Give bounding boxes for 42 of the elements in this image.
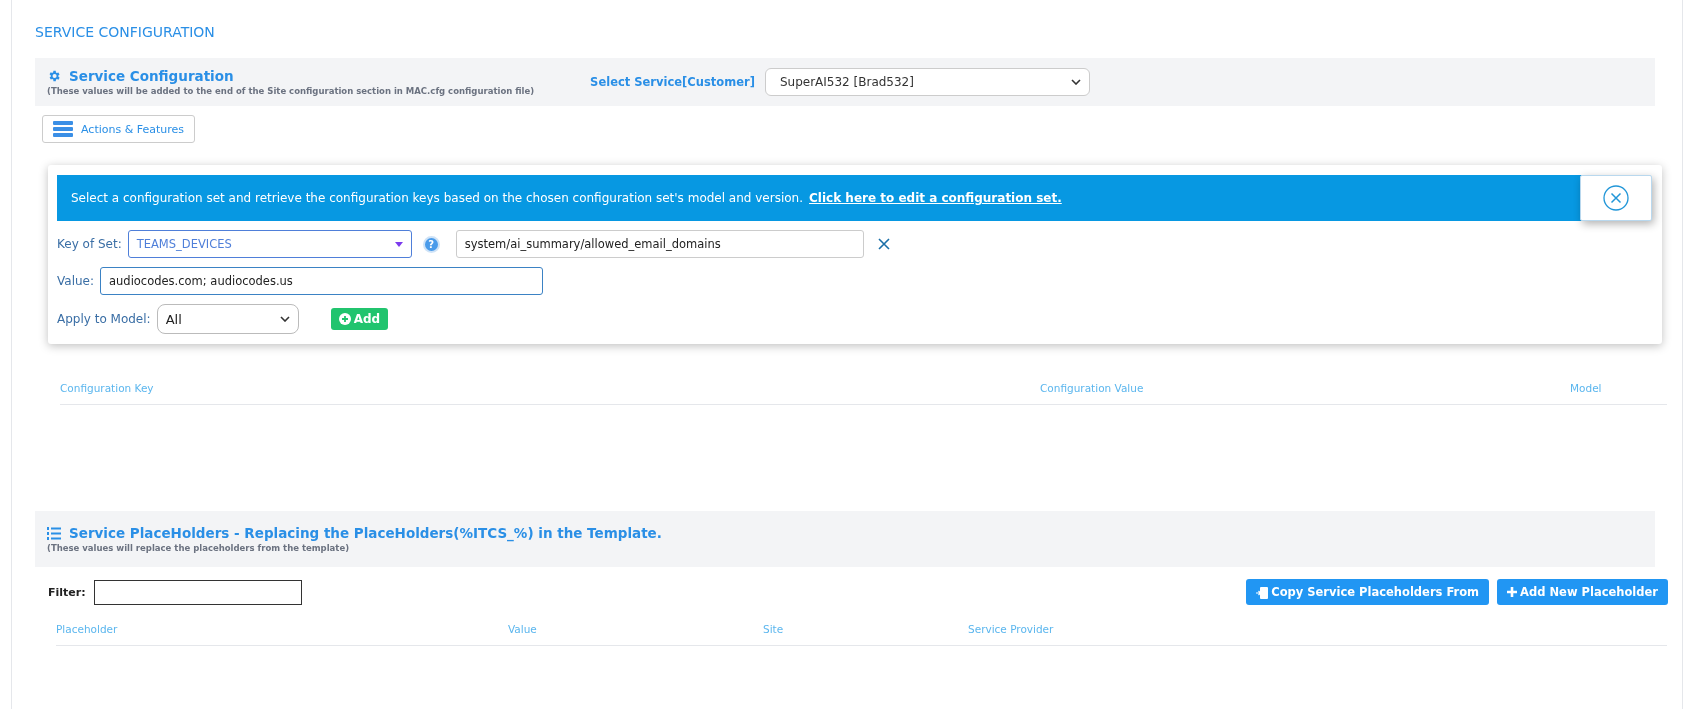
actions-button[interactable]: Actions & Features: [42, 115, 196, 143]
section-title: Service Configuration: [69, 68, 234, 84]
filter-field[interactable]: [93, 579, 302, 605]
list-icon: [47, 526, 61, 540]
page-title: SERVICE CONFIGURATION: [35, 24, 216, 42]
section-title: Service PlaceHolders - Replacing the PlaceHolders(%ITCS_%) in the Template.: [69, 525, 662, 541]
caret-icon: [394, 241, 403, 247]
key-set-select[interactable]: TEAMS_DEVICES: [127, 230, 412, 258]
value-label: Value:: [57, 274, 94, 288]
section-subtitle: (These values will be added to the end of the Site configuration section in MAC.cfg configuration file): [47, 86, 535, 96]
close-icon: [1603, 185, 1629, 211]
key-of-set-label: Key of Set:: [57, 237, 122, 251]
apply-model-label: Apply to Model:: [57, 312, 151, 326]
plus-circle-icon: [338, 313, 351, 325]
column-header: Model: [1570, 382, 1603, 394]
plus-icon: [1507, 587, 1518, 597]
help-icon[interactable]: ?: [422, 235, 440, 253]
caret-icon: [1070, 79, 1081, 85]
clipboard-icon: [1256, 585, 1269, 599]
copy-button[interactable]: Copy Service Placeholders From: [1246, 579, 1490, 605]
edit-set-link[interactable]: Click here to edit a configuration set.: [809, 191, 1062, 205]
column-header: Site: [763, 623, 785, 635]
value-field[interactable]: audiocodes.com; audiocodes.us: [100, 267, 543, 295]
column-header: Configuration Key: [60, 382, 155, 394]
column-header: Configuration Value: [1040, 382, 1145, 394]
service-select[interactable]: SuperAI532 [Brad532]: [764, 68, 1090, 96]
select-label: Select Service[Customer]: [590, 75, 755, 89]
add-placeholder-button[interactable]: Add New Placeholder: [1497, 579, 1668, 605]
section-subtitle: (These values will replace the placeholders from the template): [47, 543, 351, 553]
server-icon: [53, 121, 73, 137]
column-header: Placeholder: [56, 623, 119, 635]
add-button[interactable]: Add: [330, 308, 389, 330]
model-select[interactable]: All: [156, 304, 299, 334]
filter-label: Filter:: [48, 585, 86, 599]
close-button[interactable]: [1580, 175, 1652, 221]
clear-icon[interactable]: [877, 238, 890, 250]
key-field[interactable]: system/ai_summary/allowed_email_domains: [455, 230, 864, 258]
column-header: Value: [508, 623, 538, 635]
caret-icon: [279, 316, 290, 322]
banner-text: Select a configuration set and retrieve the configuration keys based on the chosen configuration set's model and version.: [71, 191, 804, 205]
gear-icon: [47, 69, 61, 83]
column-header: Service Provider: [968, 623, 1055, 635]
